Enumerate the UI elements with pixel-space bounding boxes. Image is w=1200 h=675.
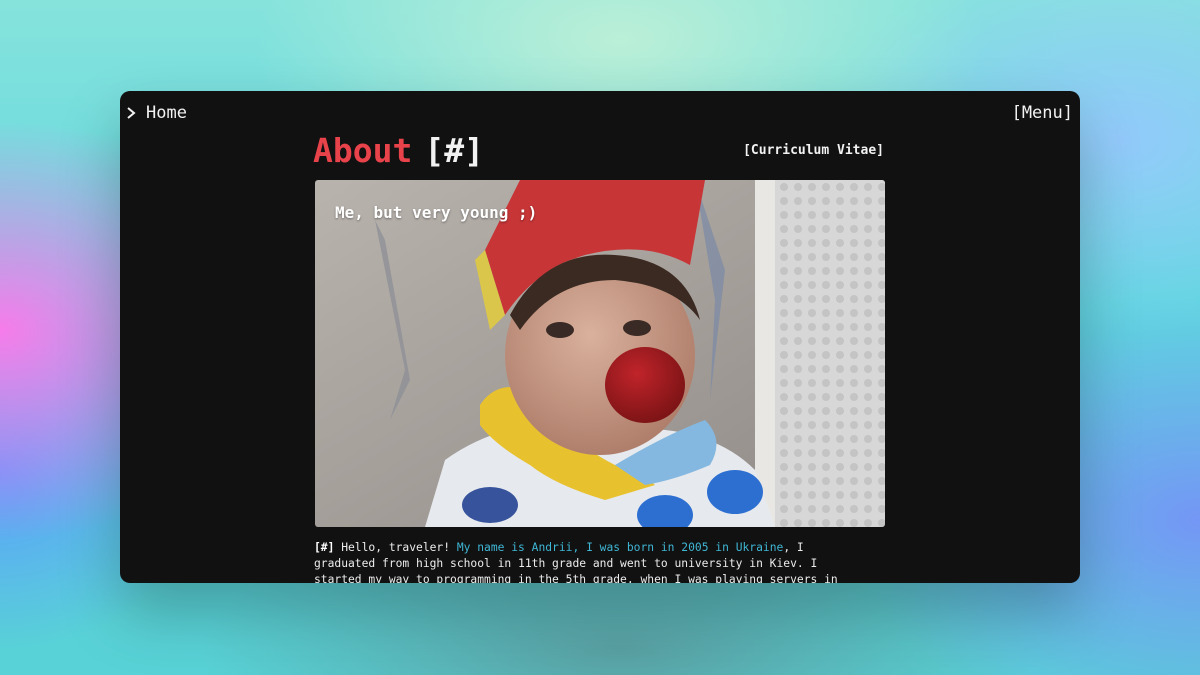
bio-highlight-link[interactable]: My name is Andrii, I was born in 2005 in… xyxy=(457,541,783,554)
photo-caption: Me, but very young ;) xyxy=(335,203,538,222)
photo-illustration xyxy=(315,180,885,527)
page-title: About [#] xyxy=(313,131,484,170)
bio-tag: [#] xyxy=(314,541,335,554)
curriculum-vitae-link[interactable]: [Curriculum Vitae] xyxy=(743,143,884,158)
home-label: Home xyxy=(146,103,187,123)
bio-paragraph: [#] Hello, traveler! My name is Andrii, … xyxy=(314,540,874,583)
home-link[interactable]: Home xyxy=(126,103,187,123)
browser-window: Home [Menu] About [#] [Curriculum Vitae] xyxy=(120,91,1080,583)
chevron-right-icon xyxy=(127,107,136,119)
menu-button[interactable]: [Menu] xyxy=(1012,103,1073,123)
page-title-tag: [#] xyxy=(424,131,484,170)
profile-photo: Me, but very young ;) xyxy=(315,180,885,527)
page-title-text: About xyxy=(313,131,413,170)
bio-intro: Hello, traveler! xyxy=(334,541,457,554)
